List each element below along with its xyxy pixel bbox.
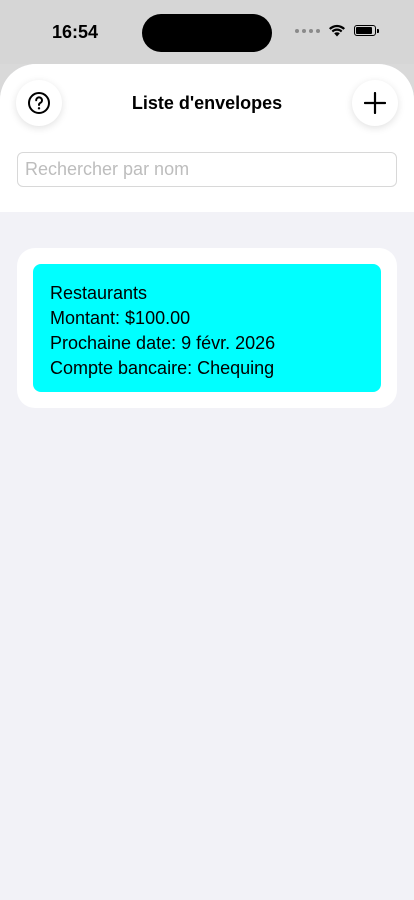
envelope-list: Restaurants Montant: $100.00 Prochaine d…: [17, 248, 397, 408]
plus-icon: [364, 92, 386, 114]
battery-icon: [354, 25, 379, 36]
sheet-header: Liste d'envelopes: [0, 64, 414, 212]
status-time: 16:54: [52, 22, 99, 42]
envelope-bank-account: Compte bancaire: Chequing: [50, 358, 275, 378]
envelope-amount: Montant: $100.00: [50, 308, 191, 328]
envelope-name: Restaurants: [50, 283, 148, 303]
envelope-next-date: Prochaine date: 9 févr. 2026: [50, 333, 276, 353]
status-icons: [295, 24, 379, 37]
add-envelope-button[interactable]: [352, 80, 398, 126]
dynamic-island: [142, 14, 272, 52]
status-bar: 16:54: [0, 0, 414, 64]
envelope-item[interactable]: Restaurants Montant: $100.00 Prochaine d…: [33, 264, 381, 392]
cellular-signal-icon: [295, 28, 320, 33]
search-input[interactable]: [17, 152, 397, 187]
wifi-icon: [329, 24, 345, 37]
envelope-list-sheet: Liste d'envelopes Restaurants Montant: $…: [0, 64, 414, 900]
